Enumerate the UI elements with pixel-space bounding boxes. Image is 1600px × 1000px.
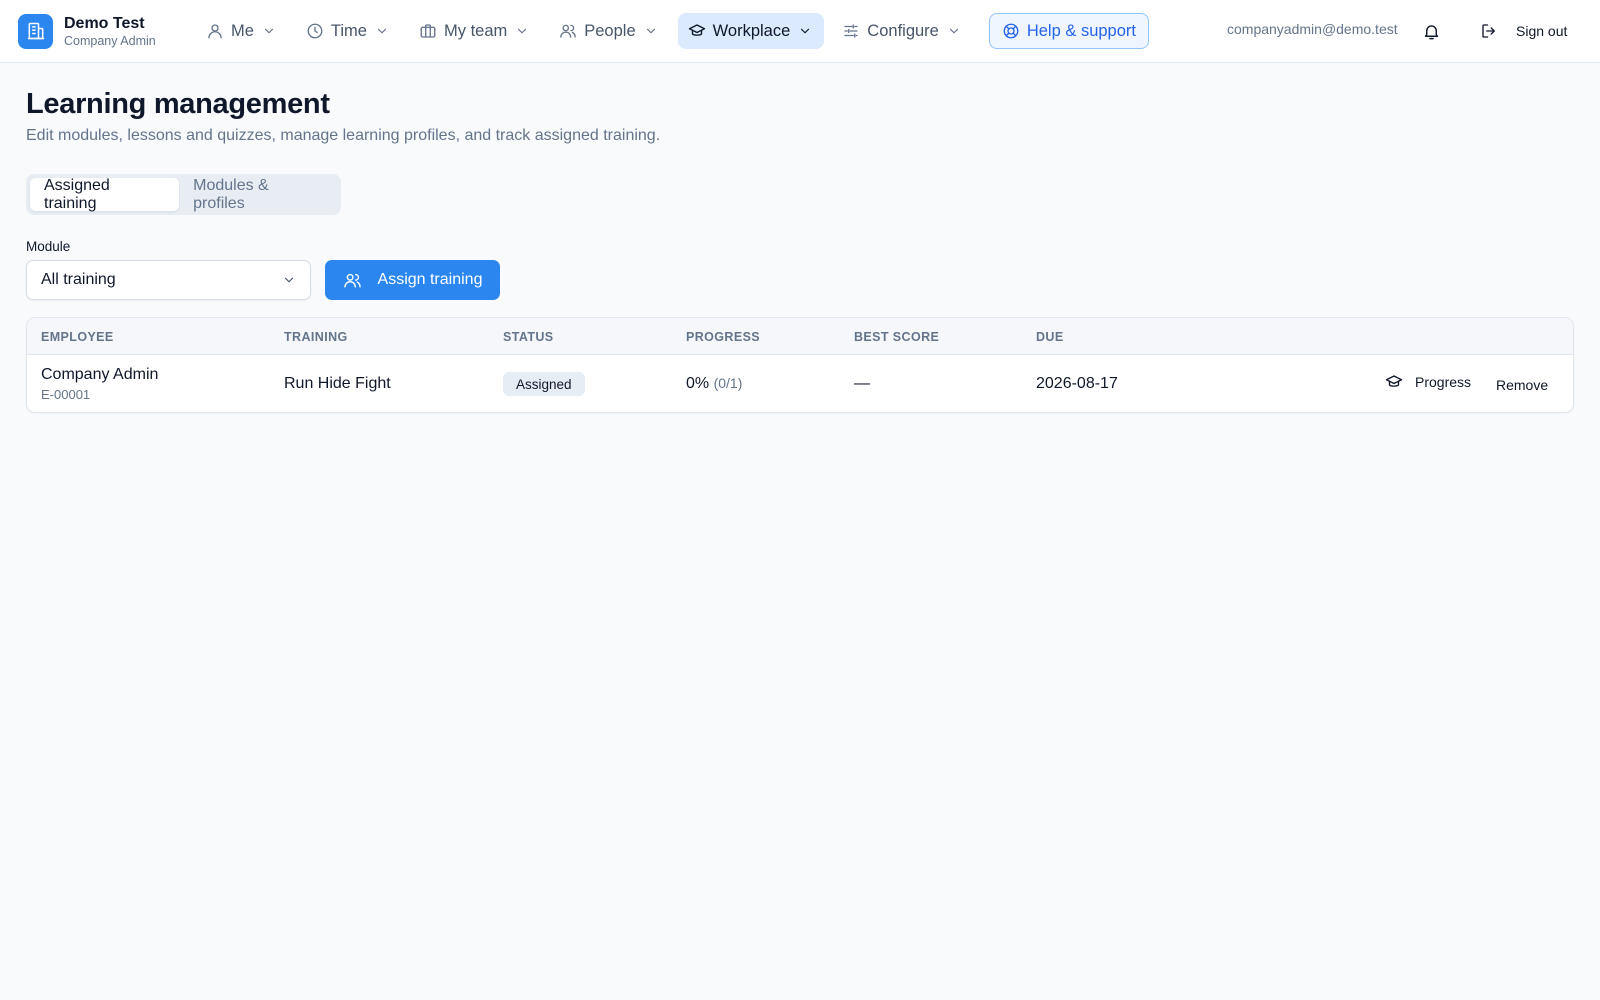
column-header-employee: Employee: [41, 330, 114, 344]
table-header: Employee Training Status Progress Best s…: [27, 318, 1573, 355]
status-badge: Assigned: [503, 372, 585, 396]
graduation-cap-icon: [688, 24, 705, 36]
lifebuoy-icon: [1003, 23, 1019, 39]
chevron-down-icon: [646, 28, 655, 34]
nav-label: My team: [443, 21, 508, 40]
due-date: 2026-08-17: [1036, 375, 1118, 392]
module-label: Module: [26, 239, 71, 254]
chevron-down-icon: [284, 277, 294, 283]
tab-assigned-training[interactable]: Assigned training: [30, 177, 180, 212]
sliders-icon: [844, 24, 858, 38]
assigned-training-table: Employee Training Status Progress Best s…: [26, 317, 1574, 413]
chevron-down-icon: [801, 28, 810, 34]
nav-label: People: [584, 21, 636, 40]
module-select-value: All training: [41, 271, 116, 288]
sign-out-label: Sign out: [1516, 23, 1568, 39]
user-email: companyadmin@demo.test: [1227, 21, 1398, 37]
nav-time[interactable]: Time: [296, 13, 401, 49]
training-name: Run Hide Fight: [284, 375, 391, 392]
progress-percent: 0%: [686, 375, 710, 392]
company-name: Demo Test: [64, 14, 145, 32]
employee-id: E-00001: [41, 387, 91, 402]
nav-people[interactable]: People: [549, 13, 669, 49]
chevron-down-icon: [518, 28, 527, 34]
column-header-training: Training: [284, 330, 348, 344]
chevron-down-icon: [949, 28, 958, 34]
view-progress-button[interactable]: Progress: [1385, 373, 1471, 391]
nav-configure[interactable]: Configure: [832, 13, 973, 49]
nav-workplace[interactable]: Workplace: [677, 13, 825, 49]
main-nav: Me Time My team People Workplace Configu…: [196, 13, 1157, 49]
users-icon: [560, 24, 577, 38]
top-navigation-bar: Demo Test Company Admin Me Time My team …: [0, 0, 1600, 63]
table-row: Company Admin E-00001 Run Hide Fight Ass…: [27, 355, 1573, 412]
bell-icon[interactable]: [1420, 20, 1442, 42]
nav-my-team[interactable]: My team: [409, 13, 541, 49]
nav-label: Time: [330, 21, 367, 40]
column-header-progress: Progress: [686, 330, 761, 344]
best-score: —: [854, 375, 870, 392]
logout-icon: [1482, 24, 1495, 38]
page-title: Learning management: [26, 88, 330, 120]
chevron-down-icon: [377, 28, 387, 34]
column-header-best-score: Best score: [854, 330, 940, 344]
column-header-status: Status: [503, 330, 554, 344]
assign-training-label: Assign training: [377, 271, 483, 288]
progress-count: (0/1): [713, 375, 743, 391]
assign-training-button[interactable]: Assign training: [325, 260, 500, 300]
nav-me[interactable]: Me: [196, 13, 288, 49]
chevron-down-icon: [264, 28, 274, 34]
module-select[interactable]: All training: [26, 260, 311, 300]
brand[interactable]: Demo Test Company Admin: [18, 13, 156, 49]
nav-label: Configure: [867, 21, 939, 40]
briefcase-icon: [420, 24, 436, 38]
tab-list: Assigned training Modules & profiles: [26, 174, 341, 215]
graduation-cap-icon: [1385, 375, 1403, 387]
help-support-button[interactable]: Help & support: [988, 13, 1149, 49]
nav-label: Workplace: [712, 21, 791, 40]
view-progress-label: Progress: [1415, 374, 1472, 390]
users-icon: [343, 273, 361, 288]
building-icon: [18, 13, 53, 49]
column-header-due: Due: [1036, 330, 1064, 344]
company-role: Company Admin: [64, 33, 156, 48]
sign-out-button[interactable]: Sign out: [1480, 16, 1567, 46]
remove-label: Remove: [1496, 377, 1549, 393]
nav-label: Me: [231, 21, 254, 40]
page-subtitle: Edit modules, lessons and quizzes, manag…: [26, 127, 661, 144]
user-icon: [208, 24, 222, 39]
remove-assignment-button[interactable]: Remove: [1496, 377, 1548, 393]
clock-icon: [307, 23, 323, 39]
progress-value: 0% (0/1): [686, 375, 742, 393]
help-label: Help & support: [1026, 21, 1136, 40]
employee-name: Company Admin: [41, 366, 159, 383]
tab-modules-profiles[interactable]: Modules & profiles: [179, 177, 337, 212]
